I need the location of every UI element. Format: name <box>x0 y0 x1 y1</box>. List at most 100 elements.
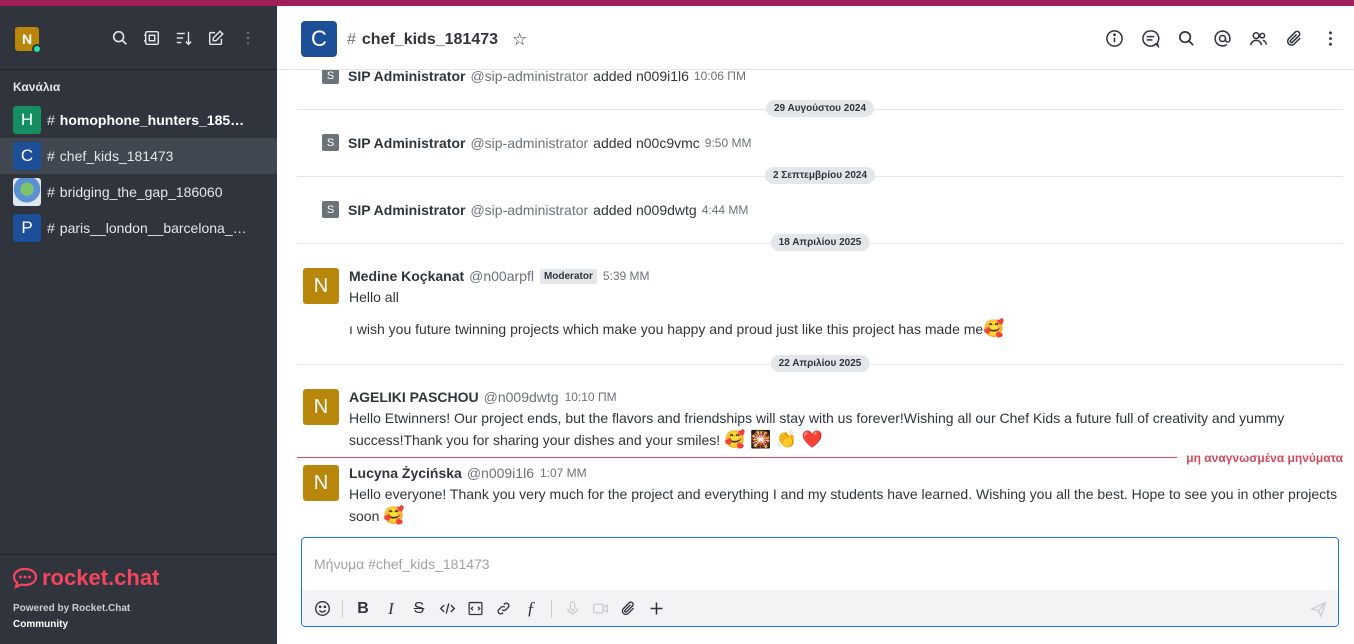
send-icon[interactable] <box>1308 599 1328 619</box>
unread-divider <box>297 457 1177 458</box>
sidebar-item-bridging-the-gap[interactable]: # bridging_the_gap_186060 <box>0 174 277 210</box>
user-name[interactable]: AGELIKI PASCHOU <box>349 389 479 405</box>
sidebar-item-homophone-hunters[interactable]: H # homophone_hunters_185240 <box>0 102 277 138</box>
room-header-actions <box>1104 28 1340 48</box>
user-name[interactable]: SIP Administrator <box>348 70 465 84</box>
user-avatar[interactable]: S <box>322 134 339 151</box>
emoji-icon[interactable] <box>312 599 332 619</box>
attach-file-icon[interactable] <box>618 599 638 619</box>
message: N Medine Koçkanat @n00arpfl Moderator 5:… <box>303 268 1343 348</box>
message-text: Hello everyone! Thank you very much for … <box>349 486 1338 524</box>
user-handle[interactable]: @sip-administrator <box>470 135 588 151</box>
user-avatar[interactable]: N <box>303 389 339 425</box>
inline-code-icon[interactable] <box>437 599 457 619</box>
user-avatar-initial: N <box>21 31 33 47</box>
smiling-face-hearts-emoji: 🥰 <box>983 319 1005 338</box>
channel-list: H # homophone_hunters_185240 C # chef_ki… <box>0 102 277 246</box>
link-icon[interactable] <box>493 599 513 619</box>
message-input[interactable] <box>302 538 1338 590</box>
role-badge: Moderator <box>539 268 597 284</box>
bold-icon[interactable]: B <box>353 599 373 619</box>
system-message: S SIP Administrator @sip-administrator a… <box>322 134 751 151</box>
user-name[interactable]: SIP Administrator <box>348 202 465 218</box>
user-handle[interactable]: @sip-administrator <box>470 202 588 218</box>
system-text: added n00c9vmc <box>593 134 700 151</box>
date-pill: 29 Αυγούστου 2024 <box>765 100 875 117</box>
user-avatar[interactable]: N <box>15 27 42 54</box>
search-icon[interactable] <box>110 28 130 48</box>
rocketchat-logo[interactable]: rocket.chat <box>12 565 159 591</box>
message-time: 5:39 ΜΜ <box>602 269 650 283</box>
user-avatar[interactable]: N <box>303 465 339 501</box>
user-avatar[interactable]: S <box>322 70 339 84</box>
channel-name: bridging_the_gap_186060 <box>59 184 223 200</box>
message-text: ı wish you future twinning projects whic… <box>349 321 984 337</box>
message-time: 9:50 ΜΜ <box>704 135 752 150</box>
video-icon[interactable] <box>590 599 610 619</box>
logo-text: rocket.chat <box>42 565 160 590</box>
info-icon[interactable] <box>1104 28 1124 48</box>
user-name[interactable]: Medine Koçkanat <box>349 268 464 284</box>
create-new-icon[interactable] <box>206 28 226 48</box>
user-handle[interactable]: @sip-administrator <box>470 70 588 84</box>
italic-icon[interactable]: I <box>381 599 401 619</box>
message: N Lucyna Życińska @n009i1l6 1:07 ΜΜ Hell… <box>303 465 1343 529</box>
user-avatar[interactable]: S <box>322 201 339 218</box>
message-time: 10:10 ΠΜ <box>564 390 617 404</box>
hashtag-icon: # <box>347 31 356 48</box>
user-name[interactable]: SIP Administrator <box>348 135 465 151</box>
attachment-icon[interactable] <box>1284 28 1304 48</box>
unread-label: μη αναγνωσμένα μηνύματα <box>1186 451 1343 465</box>
user-name[interactable]: Lucyna Życińska <box>349 465 462 481</box>
formula-icon[interactable]: ƒ <box>521 598 541 619</box>
online-status-dot <box>32 44 42 54</box>
sidebar-item-paris-london-barcelona[interactable]: P # paris__london__barcelona___... <box>0 210 277 246</box>
main-room: C # chef_kids_181473 ☆ S SIP Administrat… <box>277 6 1354 644</box>
toolbar-separator <box>551 599 552 618</box>
toolbar-separator <box>342 599 343 618</box>
plus-icon[interactable] <box>646 599 666 619</box>
code-block-icon[interactable] <box>465 599 485 619</box>
date-divider: 29 Αυγούστου 2024 <box>297 100 1343 117</box>
system-message: S SIP Administrator @sip-administrator a… <box>322 70 746 84</box>
kebab-menu-icon[interactable] <box>1320 28 1340 48</box>
date-divider: 22 Απριλίου 2025 <box>297 355 1343 372</box>
message-header: Lucyna Życińska @n009i1l6 1:07 ΜΜ <box>349 465 587 481</box>
message-header: AGELIKI PASCHOU @n009dwtg 10:10 ΠΜ <box>349 389 617 405</box>
user-handle[interactable]: @n00arpfl <box>469 268 534 284</box>
channel-avatar: P <box>13 214 41 242</box>
message: N AGELIKI PASCHOU @n009dwtg 10:10 ΠΜ Hel… <box>303 389 1343 453</box>
search-messages-icon[interactable] <box>1176 28 1196 48</box>
edition-text: Community <box>13 619 68 630</box>
strikethrough-icon[interactable]: S <box>409 599 429 619</box>
kebab-menu-icon[interactable] <box>238 28 258 48</box>
message-list: S SIP Administrator @sip-administrator a… <box>277 70 1354 532</box>
sidebar-header: N <box>0 6 277 70</box>
sort-icon[interactable] <box>174 28 194 48</box>
hashtag-icon: # <box>47 184 55 200</box>
user-handle[interactable]: @n009i1l6 <box>467 465 534 481</box>
user-handle[interactable]: @n009dwtg <box>484 389 559 405</box>
user-avatar[interactable]: N <box>303 268 339 304</box>
microphone-icon[interactable] <box>562 599 582 619</box>
date-pill: 22 Απριλίου 2025 <box>770 355 870 372</box>
date-pill: 2 Σεπτεμβρίου 2024 <box>764 167 876 184</box>
sidebar-toolbar <box>110 28 258 48</box>
sidebar: N Κανάλια H # homophone_hunters_185240 C… <box>0 6 277 644</box>
channel-name: paris__london__barcelona___... <box>59 220 250 236</box>
threads-icon[interactable] <box>1140 28 1160 48</box>
message-time: 10:06 ΠΜ <box>693 70 746 83</box>
channel-avatar: C <box>13 142 41 170</box>
members-icon[interactable] <box>1248 28 1268 48</box>
directory-icon[interactable] <box>142 28 162 48</box>
smiling-face-hearts-emoji: 🥰 <box>383 506 405 525</box>
message-text-block: Hello everyone! Thank you very much for … <box>349 484 1339 527</box>
system-message: S SIP Administrator @sip-administrator a… <box>322 201 748 218</box>
system-text: added n009dwtg <box>593 201 697 218</box>
star-icon[interactable]: ☆ <box>512 30 527 50</box>
mentions-icon[interactable] <box>1212 28 1232 48</box>
sidebar-item-chef-kids[interactable]: C # chef_kids_181473 <box>0 138 277 174</box>
date-divider: 2 Σεπτεμβρίου 2024 <box>297 167 1343 184</box>
message-text-block: Hello Etwinners! Our project ends, but t… <box>349 408 1339 451</box>
composer-toolbar: B I S ƒ <box>302 590 1338 626</box>
